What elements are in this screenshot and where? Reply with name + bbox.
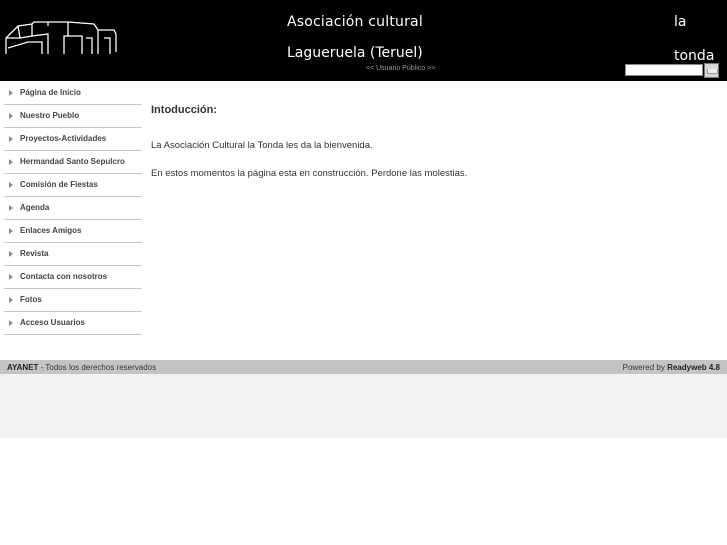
brand-word-la: la: [674, 14, 687, 30]
sidebar-item-label: Fotos: [20, 295, 42, 304]
sidebar-item-acceso-usuarios[interactable]: Acceso Usuarios: [4, 312, 142, 335]
search-button-icon: [707, 69, 718, 74]
footer-powered-product[interactable]: Readyweb 4.8: [667, 363, 720, 372]
sidebar-item-label: Página de Inicio: [20, 88, 81, 97]
sidebar-item-label: Proyectos-Actividades: [20, 134, 107, 143]
page-title: Intoducción:: [151, 104, 217, 116]
footer-copyright: AYANET - Todos los derechos reservados: [7, 363, 156, 372]
sidebar-item-enlaces-amigos[interactable]: Enlaces Amigos: [4, 220, 142, 243]
user-status: << Usuario Público >>: [366, 65, 436, 72]
footer-powered: Powered by Readyweb 4.8: [623, 363, 720, 372]
arrow-right-icon: [9, 320, 13, 326]
arrow-right-icon: [9, 159, 13, 165]
arrow-right-icon: [9, 205, 13, 211]
site-title-line1: Asociación cultural: [287, 14, 423, 30]
arrow-right-icon: [9, 228, 13, 234]
sidebar-item-label: Comisión de Fiestas: [20, 180, 98, 189]
sidebar-item-contacta[interactable]: Contacta con nosotros: [4, 266, 142, 289]
search-button[interactable]: [704, 63, 719, 78]
site-title-line2: Lagueruela (Teruel): [287, 45, 423, 61]
arrow-right-icon: [9, 251, 13, 257]
logo-buildings-icon: [5, 21, 117, 54]
footer: AYANET - Todos los derechos reservados P…: [0, 360, 727, 374]
sidebar-item-label: Nuestro Pueblo: [20, 111, 80, 120]
sidebar-item-label: Revista: [20, 249, 49, 258]
sidebar-item-label: Hermandad Santo Sepulcro: [20, 157, 125, 166]
sidebar-item-comision-de-fiestas[interactable]: Comisión de Fiestas: [4, 174, 142, 197]
construction-paragraph: En estos momentos la página esta en cons…: [151, 168, 468, 179]
footer-powered-prefix: Powered by: [622, 363, 668, 372]
sidebar-item-fotos[interactable]: Fotos: [4, 289, 142, 312]
bottom-band: [0, 374, 727, 438]
sidebar-item-agenda[interactable]: Agenda: [4, 197, 142, 220]
sidebar-item-proyectos-actividades[interactable]: Proyectos-Actividades: [4, 128, 142, 151]
sidebar-item-pagina-de-inicio[interactable]: Página de Inicio: [4, 82, 142, 105]
arrow-right-icon: [9, 297, 13, 303]
welcome-paragraph: La Asociación Cultural la Tonda les da l…: [151, 140, 373, 151]
arrow-right-icon: [9, 113, 13, 119]
sidebar-item-hermandad-santo-sepulcro[interactable]: Hermandad Santo Sepulcro: [4, 151, 142, 174]
sidebar-item-revista[interactable]: Revista: [4, 243, 142, 266]
footer-company: AYANET: [7, 363, 39, 372]
arrow-right-icon: [9, 182, 13, 188]
sidebar-item-label: Contacta con nosotros: [20, 272, 108, 281]
arrow-right-icon: [9, 90, 13, 96]
search-input[interactable]: [625, 64, 703, 76]
sidebar-nav: Página de Inicio Nuestro Pueblo Proyecto…: [4, 82, 142, 335]
header: Asociación cultural Lagueruela (Teruel) …: [0, 0, 727, 81]
brand-word-tonda: tonda: [674, 48, 715, 64]
sidebar-item-label: Acceso Usuarios: [20, 318, 85, 327]
arrow-right-icon: [9, 136, 13, 142]
sidebar-item-label: Agenda: [20, 203, 50, 212]
sidebar-item-label: Enlaces Amigos: [20, 226, 82, 235]
arrow-right-icon: [9, 274, 13, 280]
footer-rights: - Todos los derechos reservados: [38, 363, 157, 372]
sidebar-item-nuestro-pueblo[interactable]: Nuestro Pueblo: [4, 105, 142, 128]
main-content: Intoducción:: [151, 104, 217, 116]
